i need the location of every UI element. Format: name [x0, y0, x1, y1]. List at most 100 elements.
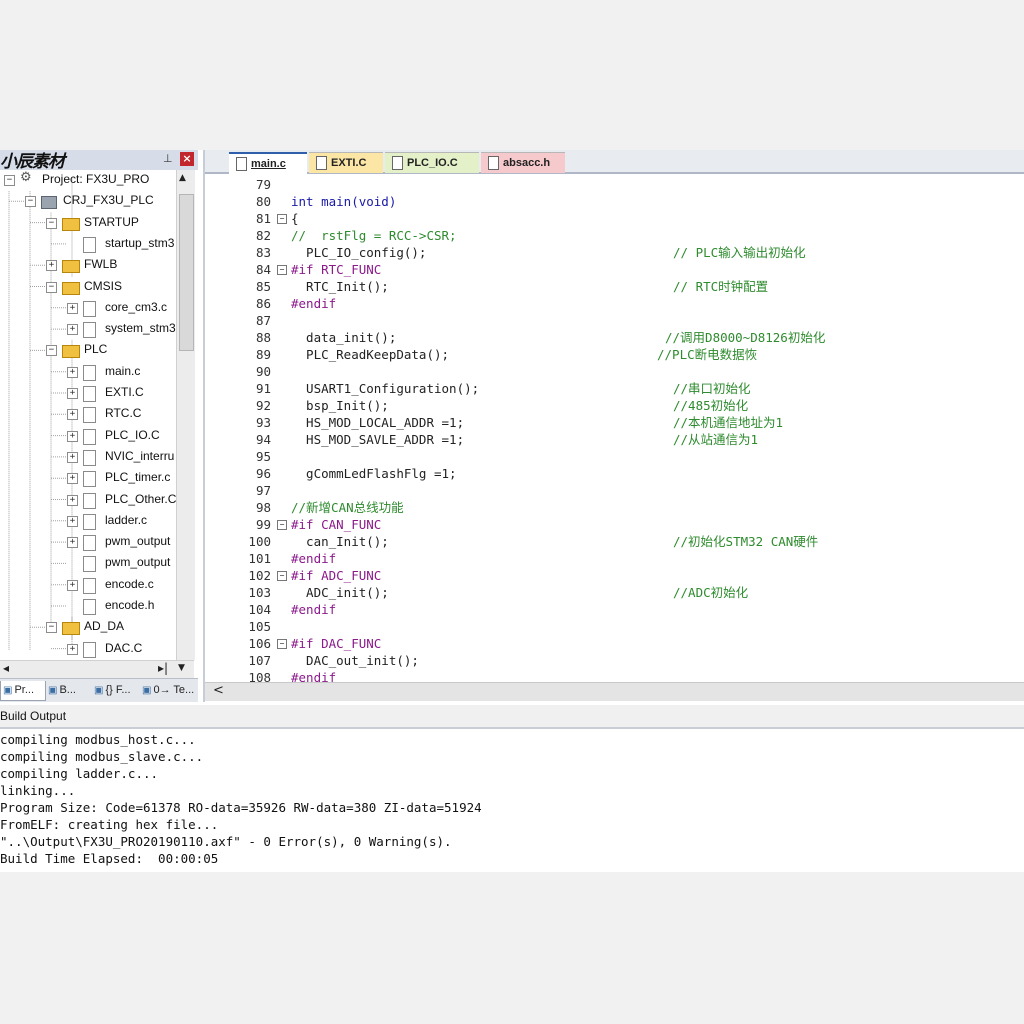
templates-tab[interactable]: ▣ 0→ Te...	[140, 681, 194, 700]
collapse-icon[interactable]: −	[46, 281, 57, 293]
scroll-up-arrow-icon[interactable]: ▲	[179, 173, 186, 183]
code-line[interactable]: 81−{	[205, 210, 1024, 227]
code-text: // rstFlg = RCC->CSR;	[291, 228, 457, 243]
collapse-icon[interactable]: −	[4, 175, 15, 186]
tree-item-label: CMSIS	[84, 278, 123, 293]
expand-icon[interactable]: +	[67, 366, 78, 378]
code-area[interactable]: 79 80 int main(void) 81−{82// rstFlg = RCC-…	[205, 176, 1024, 682]
code-line[interactable]: 83 PLC_IO_config(); // PLC输入输出初始化	[205, 244, 1024, 261]
expand-icon[interactable]: +	[67, 537, 78, 549]
scroll-down-arrow-icon[interactable]: ▼	[178, 663, 185, 673]
tab-plc-io-c[interactable]: PLC_IO.C	[385, 152, 479, 173]
code-line[interactable]: 91 USART1_Configuration(); //串口初始化	[205, 380, 1024, 397]
folder-icon	[62, 281, 80, 295]
scroll-left-arrow-icon[interactable]: ◂	[3, 661, 9, 675]
code-text: bsp_Init();	[291, 398, 389, 413]
expand-icon[interactable]: +	[67, 430, 78, 442]
fold-collapse-icon[interactable]: −	[277, 265, 287, 275]
code-line[interactable]: 88 data_init(); //调用D8000~D8126初始化	[205, 329, 1024, 346]
expand-icon[interactable]: +	[67, 579, 78, 591]
expand-icon[interactable]: +	[67, 643, 78, 655]
scroll-thumb[interactable]	[179, 194, 194, 351]
line-number: 100	[248, 534, 271, 549]
collapse-icon[interactable]: −	[46, 217, 57, 229]
scroll-right-arrow-icon[interactable]: ▸|	[158, 661, 168, 675]
bottom-tab-label: {} F...	[105, 684, 131, 696]
code-line[interactable]: 103 ADC_init(); //ADC初始化	[205, 584, 1024, 601]
collapse-icon[interactable]: −	[46, 622, 57, 634]
line-number: 106	[248, 636, 271, 651]
fold-collapse-icon[interactable]: −	[277, 639, 287, 649]
code-line[interactable]: 106− #if DAC_FUNC	[205, 635, 1024, 652]
tree-item-label: encode.c	[105, 576, 154, 591]
editor-horizontal-scrollbar[interactable]: <	[205, 682, 1024, 701]
scroll-left-arrow-icon[interactable]: <	[213, 683, 224, 698]
project-vertical-scrollbar[interactable]: ▲	[176, 170, 195, 660]
code-line[interactable]: 102− #if ADC_FUNC	[205, 567, 1024, 584]
project-panel-title: 小辰素材	[0, 152, 65, 172]
fold-collapse-icon[interactable]: −	[277, 571, 287, 581]
build-output-line: compiling ladder.c...	[0, 766, 159, 781]
tree-item-label: EXTI.C	[105, 385, 144, 399]
code-line[interactable]: 90	[205, 363, 1024, 380]
project-tab[interactable]: ▣ Pr...	[0, 681, 46, 701]
code-line[interactable]: 104 #endif	[205, 601, 1024, 618]
code-line[interactable]: 105	[205, 618, 1024, 635]
code-line[interactable]: 108 #endif	[205, 669, 1024, 682]
code-line[interactable]: 101 #endif	[205, 550, 1024, 567]
fold-collapse-icon[interactable]: −	[277, 520, 287, 530]
tab-label: absacc.h	[503, 157, 551, 169]
line-number: 107	[248, 653, 271, 668]
expand-icon[interactable]: +	[67, 388, 78, 399]
line-number: 98	[255, 500, 271, 515]
code-line[interactable]: 82 // rstFlg = RCC->CSR;	[205, 227, 1024, 244]
code-line[interactable]: 79	[205, 176, 1024, 193]
code-line[interactable]: 84− #if RTC_FUNC	[205, 261, 1024, 278]
collapse-icon[interactable]: −	[46, 345, 57, 357]
tree-item-label: PLC_timer.c	[105, 470, 171, 485]
books-tab[interactable]: ▣ B...	[46, 681, 90, 700]
code-text: can_Init();	[291, 534, 389, 549]
code-line[interactable]: 92 bsp_Init(); //485初始化	[205, 397, 1024, 414]
code-line[interactable]: 97	[205, 482, 1024, 499]
code-line[interactable]: 89 PLC_ReadKeepData(); //PLC断电数据恢	[205, 346, 1024, 363]
expand-icon[interactable]: +	[67, 451, 78, 463]
code-line[interactable]: 100 can_Init(); //初始化STM32 CAN硬件	[205, 533, 1024, 550]
functions-tab[interactable]: ▣{} F...	[92, 681, 138, 700]
code-line[interactable]: 95	[205, 448, 1024, 465]
code-line[interactable]: 99− #if CAN_FUNC	[205, 516, 1024, 533]
code-text: HS_MOD_LOCAL_ADDR =1;	[291, 415, 465, 430]
expand-icon[interactable]: +	[67, 302, 78, 314]
line-number: 83	[255, 245, 271, 260]
line-number: 88	[255, 330, 271, 345]
code-line[interactable]: 107 DAC_out_init();	[205, 652, 1024, 669]
tab-exti-c[interactable]: EXTI.C	[309, 152, 383, 173]
close-icon[interactable]: ×	[180, 152, 194, 166]
line-number: 108	[248, 670, 271, 682]
code-line[interactable]: 80 int main(void)	[205, 193, 1024, 210]
code-line[interactable]: 85 RTC_Init(); // RTC时钟配置	[205, 278, 1024, 295]
code-text: int main(void)	[291, 194, 397, 209]
tree-item-label: AD_DA	[84, 619, 125, 634]
tab-absacc-h[interactable]: absacc.h	[481, 152, 565, 173]
code-line[interactable]: 98 //新增CAN总线功能	[205, 499, 1024, 516]
expand-icon[interactable]: +	[67, 409, 78, 421]
code-line[interactable]: 86 #endif	[205, 295, 1024, 312]
code-line[interactable]: 96 gCommLedFlashFlg =1;	[205, 465, 1024, 482]
expand-icon[interactable]: +	[67, 473, 78, 485]
build-output-line: "..\Output\FX3U_PRO20190110.axf" - 0 Err…	[0, 834, 452, 849]
code-line[interactable]: 87	[205, 312, 1024, 329]
line-number: 92	[255, 398, 271, 413]
tab-main-c[interactable]: main.c	[229, 152, 307, 174]
code-line[interactable]: 94 HS_MOD_SAVLE_ADDR =1; //从站通信为1	[205, 431, 1024, 448]
tree-item-label: FWLB	[84, 257, 118, 272]
fold-collapse-icon[interactable]: −	[277, 214, 287, 224]
expand-icon[interactable]: +	[67, 515, 78, 527]
project-horizontal-scrollbar[interactable]: ◂ ▸| ▼	[0, 660, 194, 679]
code-line[interactable]: 93 HS_MOD_LOCAL_ADDR =1; //本机通信地址为1	[205, 414, 1024, 431]
collapse-icon[interactable]: −	[25, 196, 36, 208]
pin-icon[interactable]: ⊥	[163, 152, 173, 165]
expand-icon[interactable]: +	[67, 324, 78, 336]
expand-icon[interactable]: +	[67, 494, 78, 506]
expand-icon[interactable]: +	[46, 260, 57, 272]
